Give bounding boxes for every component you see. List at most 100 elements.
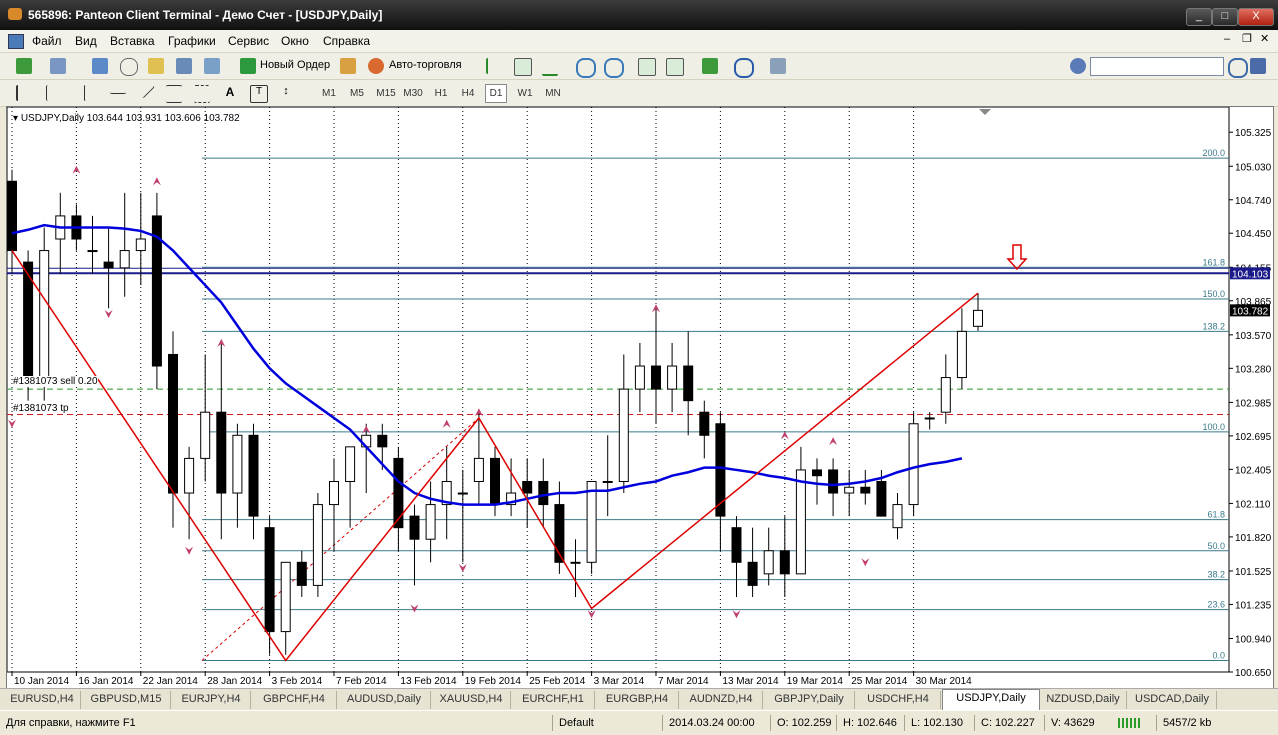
templates-icon[interactable] xyxy=(770,58,786,74)
candle-body xyxy=(216,411,227,494)
menu-insert[interactable]: Вставка xyxy=(110,34,155,48)
candle-body xyxy=(602,480,613,483)
status-profile: Default xyxy=(552,715,659,731)
menu-file[interactable]: Файл xyxy=(32,34,62,48)
data-window-icon[interactable] xyxy=(120,58,138,76)
mdi-close-icon[interactable]: ✕ xyxy=(1260,32,1269,45)
chart-window[interactable]: 10 Jan 2014 16 Jan 2014 22 Jan 2014 28 Jan … xyxy=(6,106,1274,690)
new-order-button[interactable]: Новый Ордер xyxy=(260,59,330,71)
tf-d1[interactable]: D1 xyxy=(485,84,507,103)
candle-body xyxy=(618,388,629,482)
candle-body xyxy=(812,469,822,477)
x-tick-label: 16 Jan 2014 xyxy=(78,676,133,687)
candle-body xyxy=(490,457,500,506)
tab-eurjpy-h4[interactable]: EURJPY,H4 xyxy=(172,691,251,709)
strategy-tester-icon[interactable] xyxy=(204,58,220,74)
tab-usdchf-h4[interactable]: USDCHF,H4 xyxy=(856,691,941,709)
tab-usdcad-daily[interactable]: USDCAD,Daily xyxy=(1128,691,1217,709)
mdi-restore-icon[interactable]: ❐ xyxy=(1242,32,1252,45)
periods-icon[interactable] xyxy=(734,58,754,78)
auto-scroll-icon[interactable] xyxy=(638,58,656,76)
search-input[interactable] xyxy=(1090,57,1224,76)
chart-shift-icon[interactable] xyxy=(666,58,684,76)
x-tick-label: 3 Feb 2014 xyxy=(272,676,323,687)
tf-m5[interactable]: M5 xyxy=(346,84,368,103)
fib-level-label: 61.8 xyxy=(1207,510,1225,520)
mdi-minimize-icon[interactable]: – xyxy=(1224,33,1230,45)
indicators-icon[interactable] xyxy=(702,58,718,74)
navigator-icon[interactable] xyxy=(148,58,164,74)
maximize-button[interactable]: □ xyxy=(1212,8,1238,26)
autotrading-button[interactable]: Авто-торговля xyxy=(389,59,462,71)
candle-body xyxy=(248,434,259,517)
mailbox-icon[interactable] xyxy=(1250,58,1266,74)
window-title: 565896: Panteon Client Terminal - Демо С… xyxy=(28,8,383,22)
tf-w1[interactable]: W1 xyxy=(514,84,536,103)
search-icon[interactable] xyxy=(1228,58,1248,78)
tab-eurgbp-h4[interactable]: EURGBP,H4 xyxy=(596,691,679,709)
tab-eurusd-h4[interactable]: EURUSD,H4 xyxy=(4,691,81,709)
text-label-icon[interactable]: T xyxy=(250,85,268,103)
tf-h4[interactable]: H4 xyxy=(457,84,479,103)
crosshair-icon[interactable] xyxy=(46,85,63,101)
line-chart-icon[interactable] xyxy=(542,58,558,76)
tab-nzdusd-daily[interactable]: NZDUSD,Daily xyxy=(1040,691,1127,709)
tf-h1[interactable]: H1 xyxy=(430,84,452,103)
close-button[interactable]: X xyxy=(1238,8,1274,26)
horizontal-line-icon[interactable] xyxy=(110,85,126,94)
zoom-out-icon[interactable] xyxy=(604,58,624,78)
metaeditor-icon[interactable] xyxy=(340,58,356,74)
zoom-in-icon[interactable] xyxy=(576,58,596,78)
tf-mn[interactable]: MN xyxy=(541,84,565,103)
tab-audnzd-h4[interactable]: AUDNZD,H4 xyxy=(680,691,763,709)
tf-m30[interactable]: M30 xyxy=(401,84,425,103)
status-help: Для справки, нажмите F1 xyxy=(6,717,136,729)
connection-status-icon xyxy=(1118,718,1142,728)
candle-body xyxy=(522,480,533,494)
candle-body xyxy=(699,411,710,436)
trendline-icon[interactable] xyxy=(137,80,155,99)
candle-body xyxy=(860,486,871,494)
candle-body xyxy=(667,365,678,390)
menu-view[interactable]: Вид xyxy=(75,34,97,48)
menu-tools[interactable]: Сервис xyxy=(228,34,269,48)
menu-charts[interactable]: Графики xyxy=(168,34,216,48)
candle-body xyxy=(795,469,806,575)
market-watch-icon[interactable] xyxy=(92,58,108,74)
tab-gbpusd-m15[interactable]: GBPUSD,M15 xyxy=(82,691,171,709)
tab-usdjpy-daily[interactable]: USDJPY,Daily xyxy=(942,689,1040,711)
profiles-icon[interactable] xyxy=(50,58,66,74)
tab-eurchf-h1[interactable]: EURCHF,H1 xyxy=(512,691,595,709)
menu-window[interactable]: Окно xyxy=(281,34,309,48)
tab-gbpjpy-daily[interactable]: GBPJPY,Daily xyxy=(764,691,855,709)
candlestick-icon[interactable] xyxy=(514,58,532,76)
channel-icon[interactable] xyxy=(166,85,182,103)
chart-symbol-info: ▾ USDJPY,Daily 103.644 103.931 103.606 1… xyxy=(13,113,240,124)
candle-body xyxy=(586,480,597,563)
status-traffic: 5457/2 kb xyxy=(1156,715,1263,731)
tab-xauusd-h4[interactable]: XAUUSD,H4 xyxy=(432,691,511,709)
tab-audusd-daily[interactable]: AUDUSD,Daily xyxy=(338,691,431,709)
price-chart[interactable]: 10 Jan 2014 16 Jan 2014 22 Jan 2014 28 Jan … xyxy=(7,107,1273,689)
new-chart-icon[interactable] xyxy=(16,58,32,74)
minimize-button[interactable]: _ xyxy=(1186,8,1212,26)
x-tick-label: 19 Feb 2014 xyxy=(465,676,522,687)
tf-m1[interactable]: M1 xyxy=(318,84,340,103)
candle-body xyxy=(296,561,307,586)
menu-help[interactable]: Справка xyxy=(323,34,370,48)
settings-icon[interactable] xyxy=(1070,58,1086,74)
bar-chart-icon[interactable] xyxy=(486,58,504,74)
fibonacci-icon[interactable] xyxy=(194,85,210,103)
cursor-icon[interactable] xyxy=(16,85,34,101)
terminal-icon[interactable] xyxy=(176,58,192,74)
status-open: O: 102.259 xyxy=(770,715,835,731)
tf-m15[interactable]: M15 xyxy=(374,84,398,103)
vertical-line-icon[interactable] xyxy=(84,85,87,101)
text-icon[interactable]: A xyxy=(222,85,238,101)
y-tick-label: 102.405 xyxy=(1235,465,1272,476)
candle-body xyxy=(731,527,742,563)
candle-body xyxy=(103,261,114,269)
y-tick-label: 100.650 xyxy=(1235,668,1272,679)
tab-gbpchf-h4[interactable]: GBPCHF,H4 xyxy=(252,691,337,709)
arrows-icon[interactable]: ↕ xyxy=(278,85,294,101)
